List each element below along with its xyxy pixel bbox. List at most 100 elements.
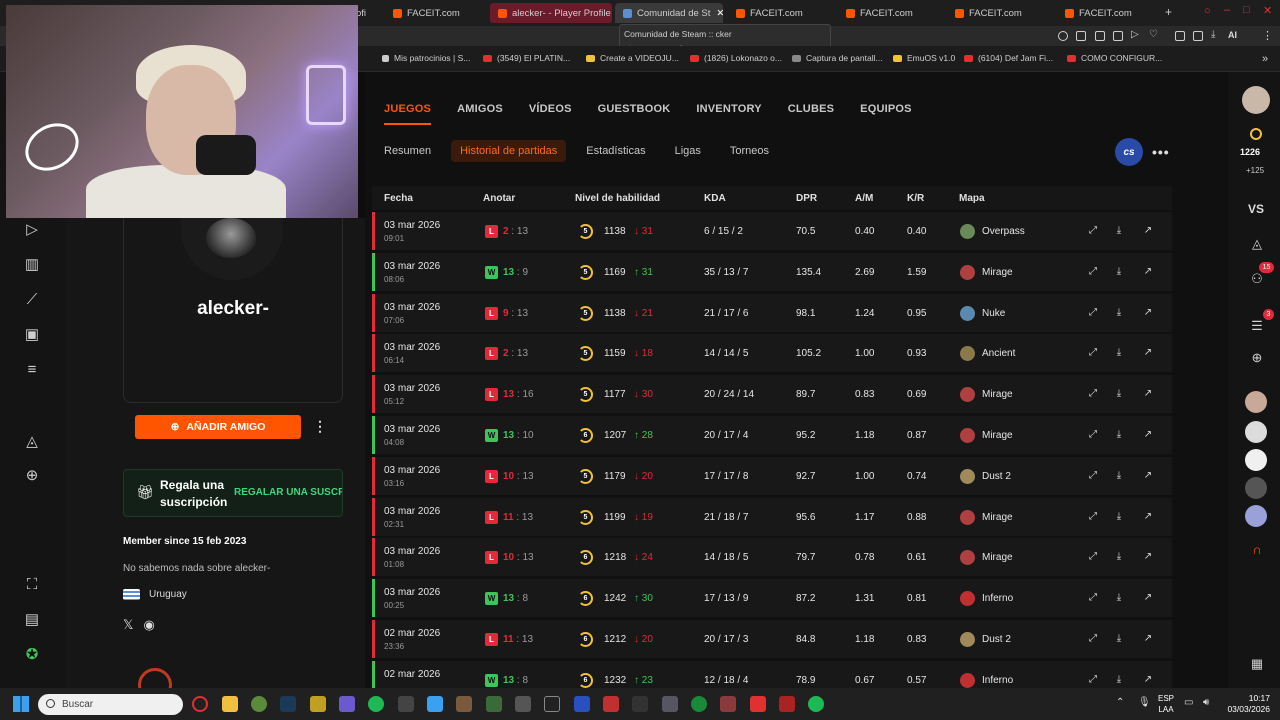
table-row[interactable]: 03 mar 2026 06:14 L 2 : 13 5 1159 ↓ 18 14 / 14 …: [372, 334, 1172, 373]
download-icon[interactable]: ⤓: [1113, 225, 1125, 237]
open-external-icon[interactable]: ↗: [1142, 347, 1154, 359]
extension-icon[interactable]: [1076, 31, 1086, 41]
download-icon[interactable]: ⤓: [1113, 633, 1125, 645]
cube-icon[interactable]: [1175, 31, 1185, 41]
table-row[interactable]: 03 mar 2026 05:12 L 13 : 16 5 1177 ↓ 30 20 / 24…: [372, 375, 1172, 414]
expand-icon[interactable]: ⤢: [1087, 347, 1099, 359]
search-tabs-icon[interactable]: ○: [1204, 5, 1211, 17]
download-icon[interactable]: ⤓: [1113, 429, 1125, 441]
bell-icon[interactable]: ◬: [1249, 236, 1265, 252]
browser-tab[interactable]: FACEIT.com: [385, 3, 485, 23]
close-icon[interactable]: ✕: [716, 8, 723, 19]
download-icon[interactable]: ⤓: [1113, 307, 1125, 319]
volume-icon[interactable]: 🔊︎: [1203, 697, 1209, 708]
app-icon[interactable]: [632, 696, 648, 712]
friend-avatar[interactable]: [1245, 505, 1267, 527]
browser-tab[interactable]: FACEIT.com: [947, 3, 1047, 23]
bookmark[interactable]: (6104) Def Jam Fi...: [964, 53, 1053, 63]
tab-juegos[interactable]: JUEGOS: [384, 103, 432, 125]
steam-icon[interactable]: [280, 696, 296, 712]
add-friend-button[interactable]: ⊕ AÑADIR AMIGO: [135, 415, 301, 439]
expand-icon[interactable]: ⤢: [1087, 470, 1099, 482]
table-row[interactable]: 03 mar 2026 08:06 W 13 : 9 5 1169 ↑ 31 35 / 13 …: [372, 252, 1172, 291]
browser-tab[interactable]: FACEIT.com: [728, 3, 828, 23]
open-external-icon[interactable]: ↗: [1142, 266, 1154, 278]
language-indicator[interactable]: ESP LAA: [1158, 693, 1174, 715]
tab-videos[interactable]: VÍDEOS: [529, 103, 572, 115]
user-avatar[interactable]: [1242, 86, 1270, 114]
app-icon[interactable]: [779, 696, 795, 712]
app-icon[interactable]: [398, 696, 414, 712]
open-external-icon[interactable]: ↗: [1142, 551, 1154, 563]
tab-guestbook[interactable]: GUESTBOOK: [598, 103, 671, 115]
download-icon[interactable]: ⤓: [1113, 470, 1125, 482]
friend-avatar[interactable]: [1245, 449, 1267, 471]
app-icon[interactable]: [310, 696, 326, 712]
tray-chevron-icon[interactable]: ⌃: [1116, 697, 1124, 708]
stats-icon[interactable]: ⟋: [24, 292, 40, 308]
download-icon[interactable]: ⤓: [1113, 592, 1125, 604]
app-icon[interactable]: [662, 696, 678, 712]
app-icon[interactable]: [750, 696, 766, 712]
download-icon[interactable]: ⤓: [1113, 266, 1125, 278]
puzzle-icon[interactable]: [1193, 31, 1203, 41]
maximize-icon[interactable]: □: [1243, 4, 1250, 16]
bookmark[interactable]: (1826) Lokonazo o...: [690, 53, 782, 63]
bookmark[interactable]: EmuOS v1.0: [893, 53, 955, 63]
gift-subscription-link[interactable]: REGALAR UNA SUSCRIPCIÓN: [234, 487, 342, 498]
app-icon[interactable]: [515, 696, 531, 712]
party-icon[interactable]: ☰: [1249, 318, 1265, 334]
friend-avatar[interactable]: [1245, 391, 1267, 413]
spotify-icon[interactable]: [368, 696, 384, 712]
download-icon[interactable]: ⤓: [1113, 511, 1125, 523]
open-external-icon[interactable]: ↗: [1142, 388, 1154, 400]
open-external-icon[interactable]: ↗: [1142, 511, 1154, 523]
open-external-icon[interactable]: ↗: [1142, 674, 1154, 686]
subtab-estadisticas[interactable]: Estadísticas: [586, 140, 645, 162]
open-external-icon[interactable]: ↗: [1142, 225, 1154, 237]
taskbar-clock[interactable]: 10:17 03/03/2026: [1224, 693, 1270, 715]
expand-icon[interactable]: ⤢: [1087, 633, 1099, 645]
expand-icon[interactable]: ⤢: [1087, 551, 1099, 563]
new-tab-icon[interactable]: +: [1165, 5, 1172, 19]
table-row[interactable]: 03 mar 2026 03:16 L 10 : 13 5 1179 ↓ 20 17 / 17…: [372, 456, 1172, 495]
expand-icon[interactable]: ⛶: [24, 577, 40, 593]
ai-button[interactable]: AI: [1228, 30, 1237, 40]
wallet-icon[interactable]: [1113, 31, 1123, 41]
expand-icon[interactable]: ⤢: [1087, 388, 1099, 400]
app-icon[interactable]: [251, 696, 267, 712]
expand-icon[interactable]: ⤢: [1087, 674, 1099, 686]
open-external-icon[interactable]: ↗: [1142, 633, 1154, 645]
app-icon[interactable]: [544, 696, 560, 712]
tab-clubes[interactable]: CLUBES: [788, 103, 834, 115]
expand-icon[interactable]: ⤢: [1087, 307, 1099, 319]
browser-tab[interactable]: FACEIT.com: [1057, 3, 1157, 23]
x-icon[interactable]: 𝕏: [123, 617, 133, 633]
add-icon[interactable]: ⊕: [24, 468, 40, 484]
tab-inventory[interactable]: INVENTORY: [696, 103, 761, 115]
cs2-game-icon[interactable]: cs: [1115, 138, 1143, 166]
friend-avatar[interactable]: [1245, 421, 1267, 443]
download-icon[interactable]: ⤓: [1113, 388, 1125, 400]
zoom-icon[interactable]: [1058, 31, 1068, 41]
headset-icon[interactable]: ∩: [1249, 542, 1265, 558]
app-icon[interactable]: [720, 696, 736, 712]
network-icon[interactable]: ▭: [1184, 697, 1193, 708]
friend-avatar[interactable]: [1245, 477, 1267, 499]
profile-more-icon[interactable]: ⋮: [313, 418, 327, 435]
app-icon[interactable]: [456, 696, 472, 712]
tab-amigos[interactable]: AMIGOS: [457, 103, 503, 115]
heart-icon[interactable]: ♡: [1149, 29, 1159, 40]
xbox-icon[interactable]: [691, 696, 707, 712]
table-row[interactable]: 03 mar 2026 09:01 L 2 : 13 5 1138 ↓ 31 6 / 15 /…: [372, 212, 1172, 250]
windows-start-icon[interactable]: [13, 696, 29, 712]
more-options-icon[interactable]: •••: [1152, 144, 1170, 160]
browser-tab[interactable]: FACEIT.com: [838, 3, 938, 23]
opera-icon[interactable]: [192, 696, 208, 712]
steam-icon[interactable]: ◉: [143, 617, 154, 633]
table-row[interactable]: 03 mar 2026 07:06 L 9 : 13 5 1138 ↓ 21 21 / 17 …: [372, 293, 1172, 332]
open-external-icon[interactable]: ↗: [1142, 470, 1154, 482]
table-row[interactable]: 03 mar 2026 02:31 L 11 : 13 5 1199 ↓ 19 21 / 18…: [372, 497, 1172, 536]
bell-icon[interactable]: ◬: [24, 434, 40, 450]
download-icon[interactable]: ⤓: [1211, 29, 1221, 40]
